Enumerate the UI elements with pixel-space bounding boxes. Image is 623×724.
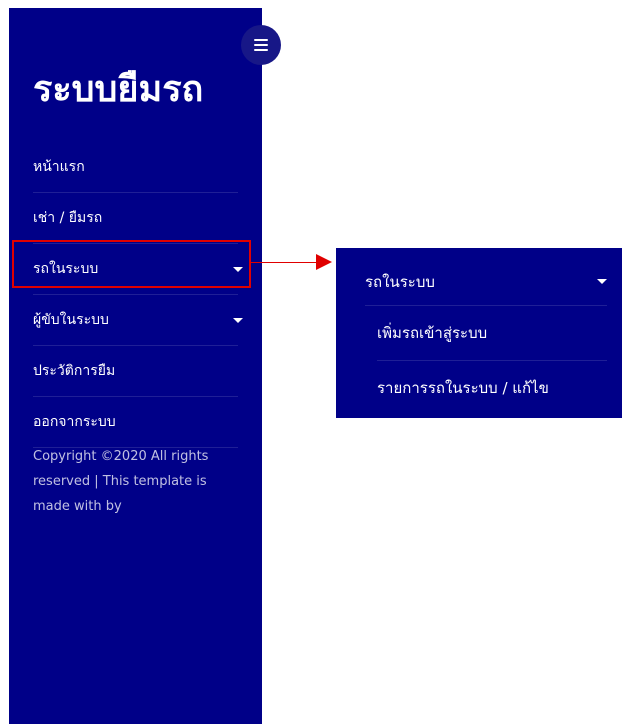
hamburger-icon	[254, 39, 268, 51]
sidebar-item-home[interactable]: หน้าแรก	[33, 142, 238, 193]
sidebar-item-label: หน้าแรก	[33, 159, 85, 175]
arrow-right-icon	[316, 254, 332, 270]
sidebar-item-history[interactable]: ประวัติการยืม	[33, 346, 238, 397]
submenu-item-add-car[interactable]: เพิ่มรถเข้าสู่ระบบ	[377, 306, 607, 361]
submenu-title: รถในระบบ	[365, 272, 435, 291]
sidebar-item-label: เช่า / ยืมรถ	[33, 210, 103, 226]
brand-title: ระบบยืมรถ	[33, 69, 204, 110]
caret-down-icon	[597, 279, 607, 284]
submenu-header-cars[interactable]: รถในระบบ	[365, 258, 607, 306]
sidebar-item-logout[interactable]: ออกจากระบบ	[33, 397, 238, 448]
cars-submenu-panel: รถในระบบ เพิ่มรถเข้าสู่ระบบ รายการรถในระ…	[336, 248, 622, 418]
arrow-line	[251, 262, 319, 263]
submenu-item-car-list[interactable]: รายการรถในระบบ / แก้ไข	[377, 361, 607, 415]
copyright-text: Copyright ©2020 All rights reserved | Th…	[33, 449, 209, 514]
sidebar-item-label: ประวัติการยืม	[33, 363, 116, 379]
sidebar: ระบบยืมรถ หน้าแรก เช่า / ยืมรถ รถในระบบ …	[9, 8, 262, 724]
sidebar-item-drivers[interactable]: ผู้ขับในระบบ	[33, 295, 243, 346]
sidebar-nav: หน้าแรก เช่า / ยืมรถ รถในระบบ ผู้ขับในระ…	[33, 142, 243, 448]
sidebar-item-label: ผู้ขับในระบบ	[33, 312, 109, 328]
sidebar-toggle-button[interactable]	[241, 25, 281, 65]
sidebar-item-rent-borrow[interactable]: เช่า / ยืมรถ	[33, 193, 238, 244]
submenu-item-label: เพิ่มรถเข้าสู่ระบบ	[377, 324, 488, 342]
submenu-item-label: รายการรถในระบบ / แก้ไข	[377, 379, 549, 397]
caret-down-icon	[233, 317, 243, 323]
sidebar-item-label: ออกจากระบบ	[33, 414, 116, 430]
highlight-box	[12, 240, 251, 288]
